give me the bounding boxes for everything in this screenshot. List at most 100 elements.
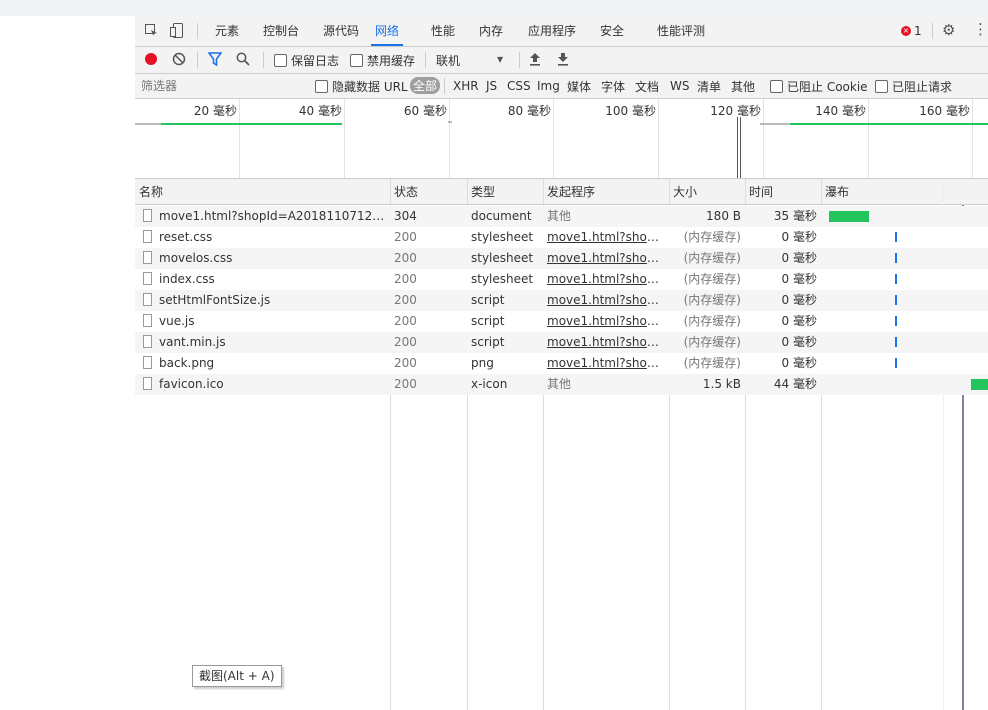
filter-type-doc[interactable]: 文档 [635, 74, 659, 98]
request-time: 0 毫秒 [781, 356, 817, 370]
request-name[interactable]: setHtmlFontSize.js [159, 290, 388, 311]
waterfall-bar [895, 316, 897, 326]
column-header-initiator[interactable]: 发起程序 [543, 179, 669, 205]
page-viewport [0, 16, 136, 710]
overview-tick-label: 80 毫秒 [507, 104, 551, 118]
request-time: 35 毫秒 [773, 209, 817, 223]
table-row[interactable]: vue.js 200 script move1.html?shopId... (内存缓存… [135, 311, 988, 332]
overview-request-bar [161, 123, 342, 125]
tab-elements[interactable]: 元素 [215, 16, 239, 46]
request-type: script [471, 335, 505, 349]
waterfall-bar [895, 232, 897, 242]
request-initiator[interactable]: move1.html?shopId... [547, 311, 665, 332]
table-row[interactable]: index.css 200 stylesheet move1.html?shopId.… [135, 269, 988, 290]
tab-console[interactable]: 控制台 [263, 16, 299, 46]
tab-memory[interactable]: 内存 [479, 16, 503, 46]
column-header-type[interactable]: 类型 [467, 179, 543, 205]
preserve-log-checkbox[interactable] [274, 54, 287, 67]
table-row[interactable]: movelos.css 200 stylesheet move1.html?shopI… [135, 248, 988, 269]
chevron-down-icon[interactable]: ▼ [497, 55, 503, 64]
filter-type-js[interactable]: JS [486, 74, 497, 98]
request-initiator[interactable]: move1.html?shopId... [547, 248, 665, 269]
filter-type-manifest[interactable]: 清单 [697, 74, 721, 98]
tab-sources[interactable]: 源代码 [323, 16, 359, 46]
table-row[interactable]: favicon.ico 200 x-icon 其他 1.5 kB 44 毫秒 [135, 374, 988, 395]
inspect-element-icon[interactable] [145, 24, 158, 37]
table-row[interactable]: vant.min.js 200 script move1.html?shopId...… [135, 332, 988, 353]
waterfall-bar [895, 295, 897, 305]
tab-security[interactable]: 安全 [600, 16, 624, 46]
filter-input[interactable] [139, 77, 303, 94]
disable-cache-label: 禁用缓存 [367, 53, 416, 68]
column-header-name[interactable]: 名称 [135, 179, 390, 205]
column-header-waterfall[interactable]: 瀑布 [821, 179, 988, 205]
import-har-icon[interactable] [529, 52, 541, 66]
filter-all-button[interactable]: 全部 [410, 77, 441, 94]
request-initiator[interactable]: move1.html?shopId... [547, 227, 665, 248]
request-type: script [471, 293, 505, 307]
request-table: 名称 状态 类型 发起程序 大小 时间 瀑布 move1.html?shopId… [135, 179, 988, 710]
column-header-time[interactable]: 时间 [745, 179, 821, 205]
throttle-select[interactable]: 联机 [436, 47, 460, 73]
search-icon[interactable] [236, 52, 250, 66]
export-har-icon[interactable] [557, 52, 569, 66]
request-size: (内存缓存) [683, 272, 741, 286]
filter-type-ws[interactable]: WS [670, 74, 689, 98]
filter-type-xhr[interactable]: XHR [453, 74, 479, 98]
request-name[interactable]: back.png [159, 353, 388, 374]
record-icon[interactable] [145, 53, 157, 65]
table-row[interactable]: back.png 200 png move1.html?shopId... (内存缓存)… [135, 353, 988, 374]
table-row[interactable]: reset.css 200 stylesheet move1.html?shopId.… [135, 227, 988, 248]
tab-network[interactable]: 网络 [371, 16, 404, 46]
request-initiator[interactable]: move1.html?shopId... [547, 332, 665, 353]
filter-type-media[interactable]: 媒体 [567, 74, 591, 98]
request-name[interactable]: movelos.css [159, 248, 388, 269]
blocked-requests-checkbox[interactable] [875, 80, 888, 93]
overview-gray-line [760, 123, 790, 125]
request-status: 200 [394, 251, 417, 265]
table-row[interactable]: setHtmlFontSize.js 200 script move1.html?sh… [135, 290, 988, 311]
filter-icon[interactable] [207, 52, 223, 67]
waterfall-bar [895, 337, 897, 347]
request-size: (内存缓存) [683, 356, 741, 370]
timeline-overview[interactable]: 20 毫秒 40 毫秒 60 毫秒 80 毫秒 100 毫秒 120 毫秒 14… [135, 99, 988, 179]
filter-type-css[interactable]: CSS [507, 74, 531, 98]
request-name[interactable]: move1.html?shopId=A201811071226026... [159, 206, 388, 227]
request-name[interactable]: vant.min.js [159, 332, 388, 353]
request-name[interactable]: reset.css [159, 227, 388, 248]
waterfall-bar [895, 253, 897, 263]
filter-type-other[interactable]: 其他 [731, 74, 755, 98]
clear-icon[interactable] [172, 52, 186, 66]
devtools-tabbar: 元素 控制台 源代码 网络 性能 内存 应用程序 安全 性能评测 × 1 ⚙ ⋮ [135, 16, 988, 47]
request-name[interactable]: index.css [159, 269, 388, 290]
filter-type-img[interactable]: Img [537, 74, 560, 98]
more-options-icon[interactable]: ⋮ [973, 22, 988, 37]
overview-tick-label: 120 毫秒 [710, 104, 761, 118]
error-icon[interactable]: × [901, 26, 911, 36]
error-count[interactable]: 1 [914, 24, 922, 38]
request-status: 200 [394, 377, 417, 391]
request-size: (内存缓存) [683, 251, 741, 265]
filter-type-font[interactable]: 字体 [601, 74, 625, 98]
tab-lighthouse[interactable]: 性能评测 [657, 16, 705, 46]
request-name[interactable]: vue.js [159, 311, 388, 332]
hide-data-url-checkbox[interactable] [315, 80, 328, 93]
request-initiator[interactable]: move1.html?shopId... [547, 353, 665, 374]
tab-performance[interactable]: 性能 [431, 16, 455, 46]
request-initiator[interactable]: move1.html?shopId... [547, 269, 665, 290]
column-header-status[interactable]: 状态 [390, 179, 467, 205]
table-row[interactable]: move1.html?shopId=A201811071226026... 304… [135, 206, 988, 227]
request-time: 0 毫秒 [781, 272, 817, 286]
disable-cache-checkbox[interactable] [350, 54, 363, 67]
overview-tick-label: 40 毫秒 [298, 104, 342, 118]
file-icon [143, 209, 152, 222]
request-type: script [471, 314, 505, 328]
request-initiator[interactable]: move1.html?shopId... [547, 290, 665, 311]
blocked-cookies-checkbox[interactable] [770, 80, 783, 93]
settings-gear-icon[interactable]: ⚙ [942, 23, 955, 38]
request-name[interactable]: favicon.ico [159, 374, 388, 395]
column-header-size[interactable]: 大小 [669, 179, 745, 205]
waterfall-bar [895, 274, 897, 284]
tab-application[interactable]: 应用程序 [528, 16, 576, 46]
device-toolbar-icon[interactable] [170, 23, 184, 38]
